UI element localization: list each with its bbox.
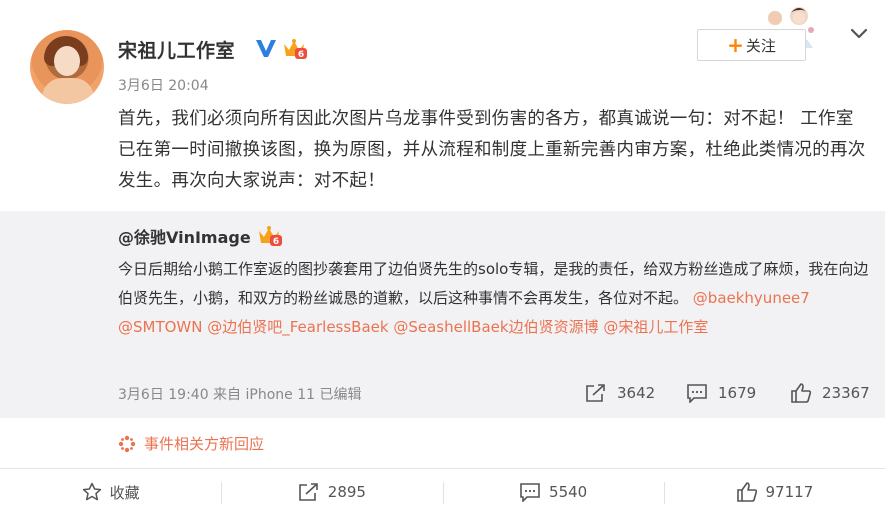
repost-icon [586, 384, 605, 402]
thumbs-up-icon [736, 482, 757, 502]
comment-icon [520, 483, 540, 502]
comment-count: 5540 [549, 483, 588, 501]
repost-button[interactable]: 2895 [221, 469, 442, 515]
post-username[interactable]: 宋祖儿工作室 [118, 36, 235, 63]
follow-label: 关注 [745, 36, 776, 55]
post-body-text: 首先，我们必须向所有因此次图片乌龙事件受到伤害的各方，都真诚说一句：对不起！ 工… [118, 109, 866, 191]
svg-text:6: 6 [298, 50, 304, 60]
like-count: 97117 [765, 483, 814, 501]
repost-repost-value: 3642 [617, 384, 656, 402]
thumbs-up-icon [791, 383, 812, 403]
repost-meta: 3月6日 19:40 来自 iPhone 11 已编辑 [118, 387, 362, 403]
vip-crown-icon[interactable]: 6 [282, 38, 308, 60]
repost-like-value: 23367 [822, 384, 870, 402]
svg-text:6: 6 [273, 237, 279, 247]
repost-like-count[interactable]: 23367 [790, 383, 870, 403]
related-response-link[interactable]: 事件相关方新回应 [118, 433, 264, 454]
repost-comment-count[interactable]: 1679 [686, 383, 756, 403]
repost-vip-crown-icon[interactable]: 6 [257, 225, 283, 247]
repost-comment-value: 1679 [718, 384, 757, 402]
repost-icon [298, 483, 318, 501]
repost-body-text: 今日后期给小鹅工作室返的图抄袭套用了边伯贤先生的solo专辑，是我的责任，给双方… [118, 255, 878, 342]
favorite-label: 收藏 [109, 483, 140, 502]
favorite-button[interactable]: 收藏 [0, 469, 221, 515]
chevron-down-icon[interactable] [849, 27, 869, 41]
comment-icon [687, 384, 707, 403]
post-timestamp[interactable]: 3月6日 20:04 [118, 75, 209, 95]
avatar-face [54, 46, 80, 76]
follow-button[interactable]: + 关注 [697, 29, 806, 61]
spark-icon [118, 435, 136, 452]
plus-icon: + [727, 33, 744, 57]
action-bar: 收藏 2895 5540 97117 [0, 469, 885, 515]
like-button[interactable]: 97117 [663, 469, 885, 515]
repost-count: 2895 [327, 483, 366, 501]
star-icon [82, 482, 101, 501]
verified-v-icon [256, 40, 276, 57]
repost-repost-count[interactable]: 3642 [585, 383, 655, 403]
repost-username[interactable]: @徐驰VinImage [118, 224, 251, 248]
related-response-label: 事件相关方新回应 [144, 435, 265, 453]
user-avatar[interactable] [30, 30, 104, 104]
avatar-body [42, 78, 94, 104]
comment-button[interactable]: 5540 [442, 469, 664, 515]
